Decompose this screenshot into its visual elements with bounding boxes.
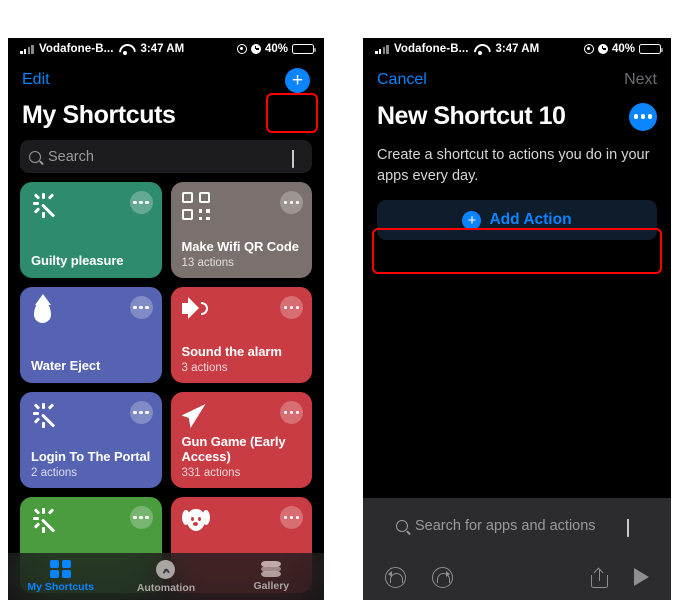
- card-menu-button[interactable]: [280, 506, 303, 529]
- qr-code-icon: [181, 192, 210, 220]
- add-shortcut-button[interactable]: +: [285, 67, 310, 93]
- navigation-bar: Cancel Next: [363, 60, 671, 100]
- action-search-input[interactable]: Search for apps and actions: [387, 509, 647, 543]
- layers-icon: [261, 561, 282, 577]
- card-menu-button[interactable]: [129, 191, 153, 214]
- card-subtitle: 331 actions: [181, 467, 241, 479]
- play-icon[interactable]: [634, 568, 649, 586]
- card-text: Make Wifi QR Code 13 actions: [181, 239, 303, 269]
- clock-icon: [156, 559, 176, 579]
- battery-icon: [292, 43, 317, 55]
- card-subtitle: 13 actions: [181, 257, 234, 269]
- location-services-icon: [583, 44, 594, 54]
- card-title: Make Wifi QR Code: [181, 239, 299, 255]
- phone-screen-my-shortcuts: Vodafone-B... 3:47 AM 40% Edit + My Shor…: [8, 38, 324, 600]
- page-title: New Shortcut 10: [377, 102, 566, 130]
- alarm-clock-icon: [597, 44, 608, 54]
- shortcut-card[interactable]: Water Eject: [20, 287, 162, 383]
- location-services-icon: [236, 44, 247, 54]
- signal-bars-icon: [20, 44, 34, 54]
- tab-label: Gallery: [253, 580, 290, 592]
- microphone-icon[interactable]: [627, 519, 636, 537]
- search-icon: [396, 520, 408, 532]
- card-menu-button[interactable]: [129, 506, 153, 529]
- tab-label: My Shortcuts: [27, 581, 94, 594]
- wifi-icon: [474, 44, 487, 55]
- card-subtitle: 3 actions: [181, 362, 228, 374]
- battery-percent-label: 40%: [264, 43, 288, 55]
- signal-bars-icon: [375, 44, 389, 54]
- plus-circle-icon: +: [462, 210, 482, 230]
- editor-toolbar: [363, 554, 671, 600]
- card-text: Guilty pleasure: [31, 253, 152, 269]
- search-placeholder: Search: [48, 148, 94, 165]
- microphone-icon[interactable]: [292, 149, 301, 168]
- card-text: Water Eject: [31, 358, 152, 374]
- card-text: Sound the alarm 3 actions: [181, 344, 303, 374]
- wifi-icon: [119, 44, 132, 55]
- clock-label: 3:47 AM: [140, 43, 185, 55]
- search-placeholder: Search for apps and actions: [415, 518, 596, 534]
- add-action-label: Add Action: [489, 211, 572, 229]
- card-title: Guilty pleasure: [31, 253, 124, 269]
- water-drop-icon: [34, 301, 51, 323]
- dog-face-icon: [181, 507, 210, 533]
- tab-my-shortcuts[interactable]: My Shortcuts: [8, 553, 113, 600]
- search-input[interactable]: Search: [20, 140, 312, 173]
- card-title: Gun Game (Early Access): [181, 434, 286, 465]
- tab-gallery[interactable]: Gallery: [219, 553, 324, 600]
- cancel-button[interactable]: Cancel: [377, 71, 427, 89]
- shortcut-title-row: New Shortcut 10: [363, 100, 671, 145]
- next-button[interactable]: Next: [624, 71, 657, 89]
- card-text: Gun Game (Early Access) 331 actions: [181, 434, 303, 479]
- battery-icon: [639, 43, 664, 55]
- action-search-panel: Search for apps and actions: [363, 498, 671, 600]
- magic-wand-icon: [31, 192, 61, 222]
- tab-automation[interactable]: Automation: [113, 553, 218, 600]
- search-icon: [29, 150, 41, 163]
- bottom-search-wrap: Search for apps and actions: [363, 498, 671, 554]
- card-text: Login To The Portal 2 actions: [31, 449, 152, 479]
- edit-button[interactable]: Edit: [22, 71, 50, 89]
- share-icon[interactable]: [591, 567, 608, 588]
- clock-label: 3:47 AM: [495, 43, 540, 55]
- magic-wand-icon: [31, 402, 61, 432]
- card-menu-button[interactable]: [129, 296, 153, 319]
- card-title: Sound the alarm: [181, 344, 282, 360]
- tab-bar: My Shortcuts Automation Gallery: [8, 553, 324, 600]
- card-menu-button[interactable]: [280, 296, 303, 319]
- carrier-label: Vodafone-B...: [393, 43, 469, 55]
- shortcut-card[interactable]: Sound the alarm 3 actions: [170, 287, 312, 383]
- redo-icon[interactable]: [432, 566, 453, 588]
- shortcuts-grid: Guilty pleasure Make Wifi QR Code 13 act…: [8, 173, 324, 593]
- status-bar: Vodafone-B... 3:47 AM 40%: [363, 38, 671, 60]
- card-menu-button[interactable]: [280, 191, 303, 214]
- description-text: Create a shortcut to actions you do in y…: [377, 147, 650, 184]
- navigation-bar: Edit +: [8, 60, 324, 100]
- card-menu-button[interactable]: [280, 401, 303, 424]
- tab-label: Automation: [136, 581, 196, 594]
- shortcut-card[interactable]: Guilty pleasure: [20, 182, 162, 278]
- shortcut-options-button[interactable]: [629, 102, 657, 131]
- card-menu-button[interactable]: [129, 401, 153, 424]
- shortcut-card[interactable]: Login To The Portal 2 actions: [20, 392, 162, 488]
- magic-wand-icon: [31, 507, 61, 537]
- shortcut-card[interactable]: Make Wifi QR Code 13 actions: [170, 182, 312, 278]
- carrier-label: Vodafone-B...: [38, 43, 114, 55]
- speaker-icon: [181, 297, 212, 321]
- page-title: My Shortcuts: [22, 101, 176, 129]
- add-action-button[interactable]: + Add Action: [377, 200, 657, 241]
- card-title: Login To The Portal: [31, 449, 151, 465]
- undo-icon[interactable]: [385, 566, 406, 588]
- phone-screen-new-shortcut: Vodafone-B... 3:47 AM 40% Cancel Next Ne…: [363, 38, 671, 600]
- alarm-clock-icon: [250, 44, 261, 54]
- card-subtitle: 2 actions: [31, 467, 78, 479]
- battery-percent-label: 40%: [611, 43, 635, 55]
- card-title: Water Eject: [31, 358, 101, 374]
- status-bar: Vodafone-B... 3:47 AM 40%: [8, 38, 324, 60]
- shortcut-card[interactable]: Gun Game (Early Access) 331 actions: [170, 392, 312, 488]
- grid-squares-icon: [50, 559, 71, 579]
